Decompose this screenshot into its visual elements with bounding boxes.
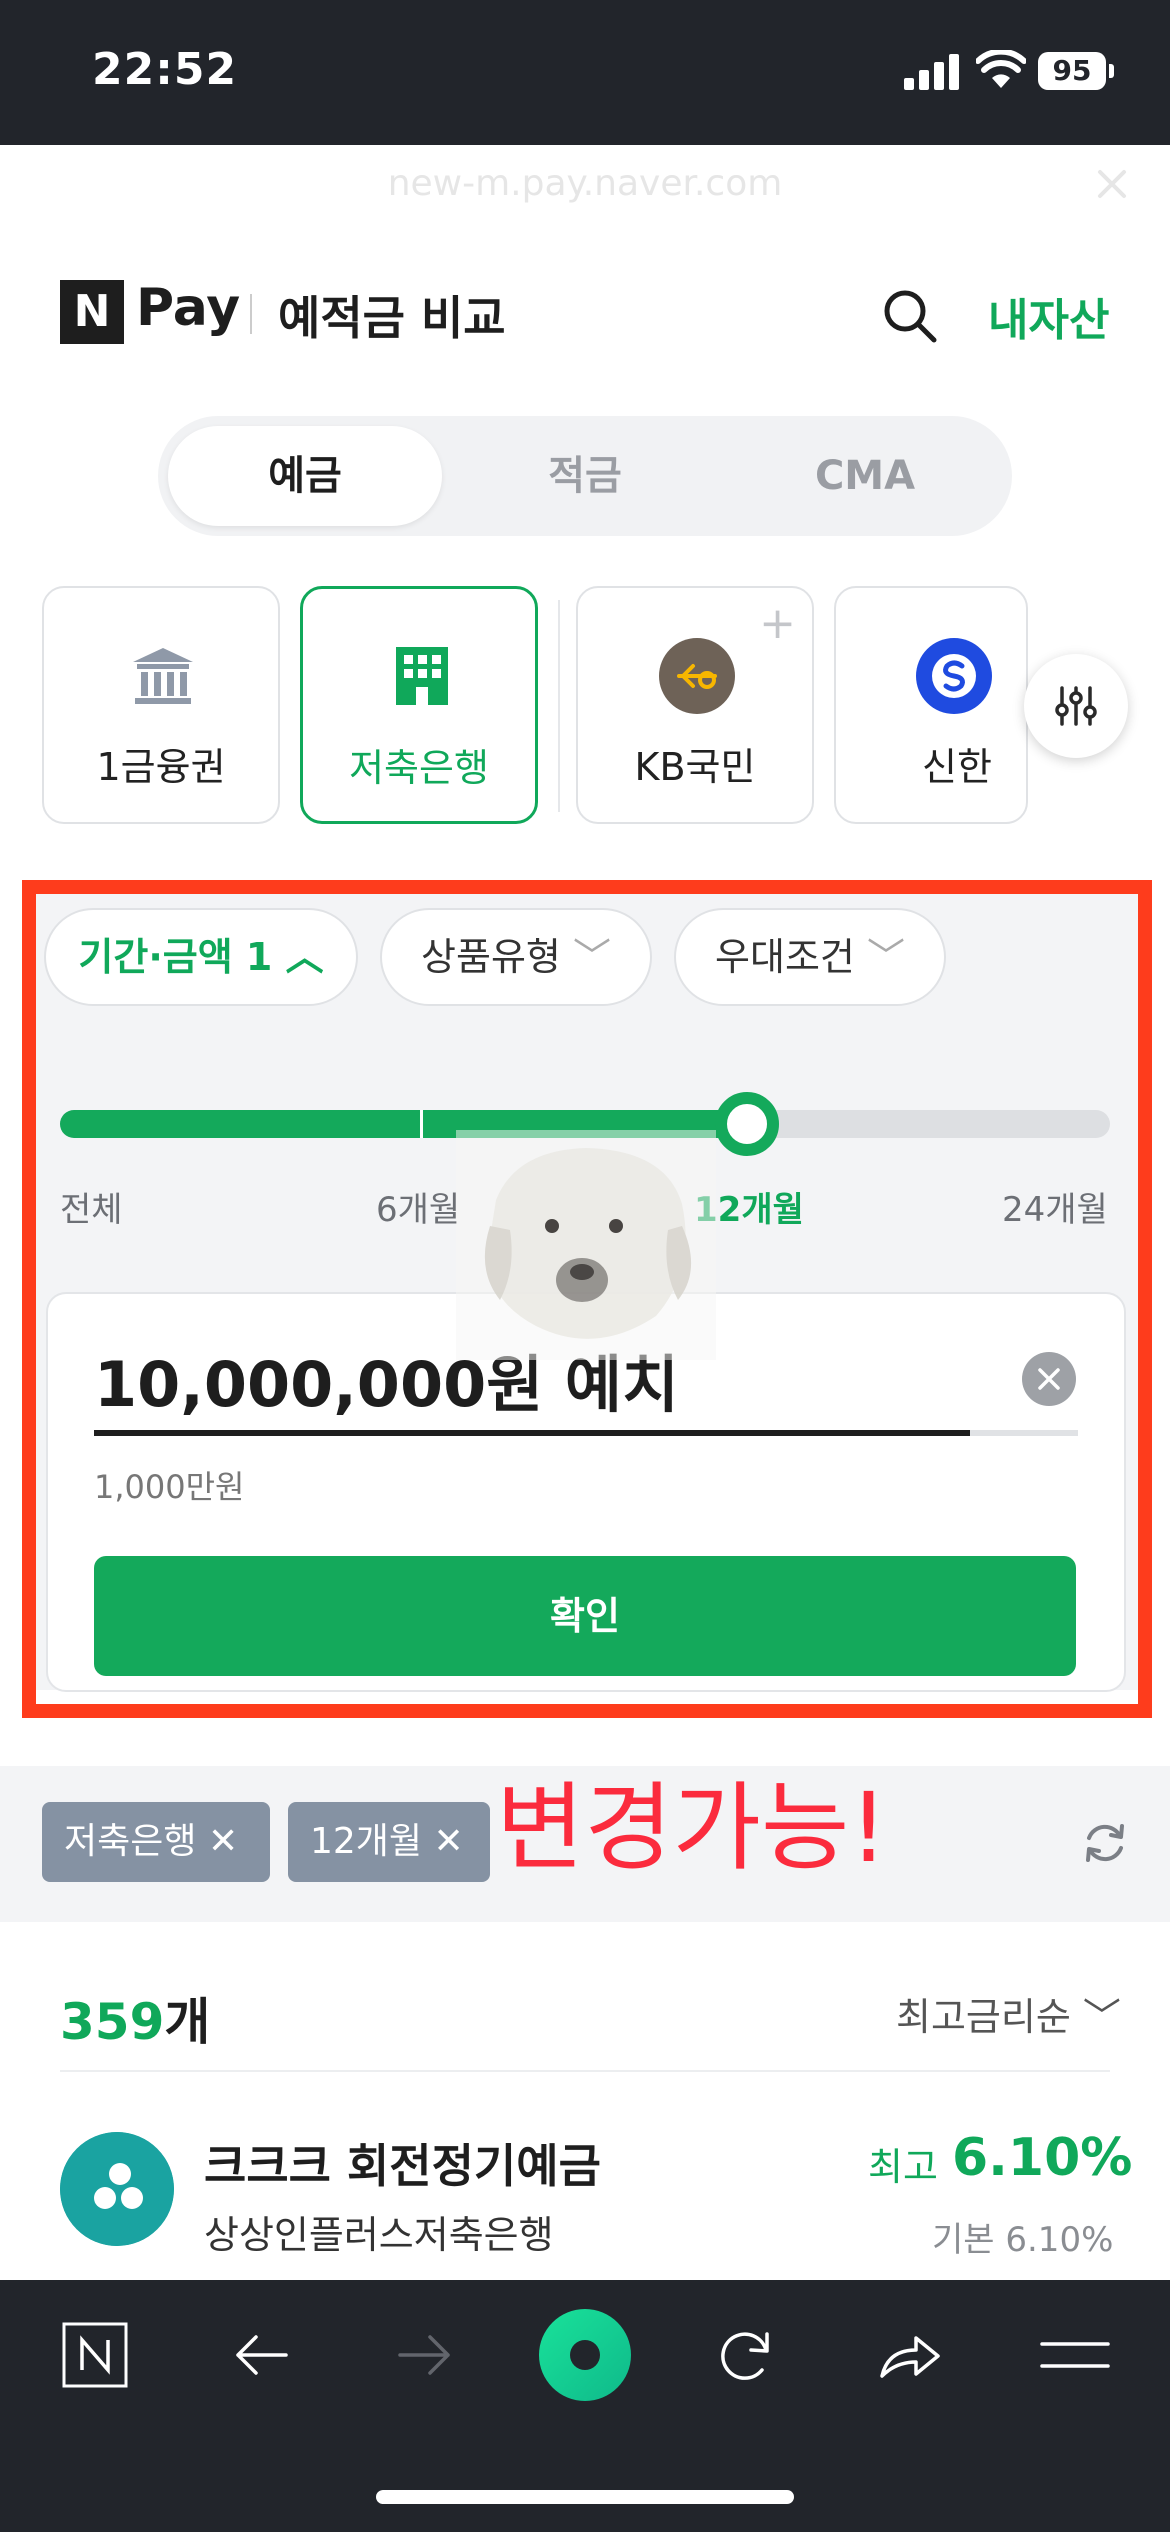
clear-input-button[interactable] [1022, 1352, 1076, 1406]
sort-dropdown[interactable]: 최고금리순 ﹀ [896, 1986, 1121, 2041]
sliders-icon [1055, 686, 1097, 726]
building-icon [396, 647, 448, 705]
back-arrow-icon[interactable] [226, 2320, 296, 2390]
sort-label: 최고금리순 [896, 1995, 1071, 2039]
product-type-tabs: 예금 적금 CMA [158, 416, 1012, 536]
wifi-icon [976, 50, 1026, 88]
page-title: 예적금 비교 [278, 291, 506, 345]
period-label-24m[interactable]: 24개월 [1002, 1182, 1108, 1231]
tag-label: 저축은행 [64, 1821, 197, 1862]
chip-label: 기간·금액 1 [78, 935, 273, 979]
list-divider [60, 2070, 1110, 2072]
chip-period-amount[interactable]: 기간·금액 1 ︿ [44, 908, 358, 1006]
chevron-down-icon: ﹀ [560, 935, 611, 979]
tab-savings[interactable]: 적금 [448, 426, 722, 526]
bank-card-shinhan[interactable]: 신한 [834, 586, 1028, 824]
close-icon[interactable] [1094, 166, 1130, 202]
tab-deposit[interactable]: 예금 [168, 426, 442, 526]
chevron-up-icon: ︿ [272, 935, 324, 979]
home-indicator [376, 2490, 794, 2504]
cellular-signal-icon [904, 54, 960, 90]
forward-arrow-icon[interactable] [390, 2320, 460, 2390]
chip-product-type[interactable]: 상품유형 ﹀ [380, 908, 652, 1006]
my-assets-link[interactable]: 내자산 [988, 284, 1109, 348]
bank-card-savings-bank[interactable]: 저축은행 [300, 586, 538, 824]
bank-card-label: 1금융권 [96, 745, 226, 789]
period-label-6m[interactable]: 6개월 [376, 1182, 460, 1231]
product-name[interactable]: 크크크 회전정기예금 [204, 2130, 601, 2196]
bank-card-kb[interactable]: + KB국민 [576, 586, 814, 824]
green-dot-button[interactable] [538, 2308, 632, 2402]
bank-building-icon [133, 648, 193, 704]
input-underline-active [94, 1430, 970, 1436]
naver-logo[interactable]: N [60, 280, 124, 344]
confirm-button[interactable]: 확인 [94, 1556, 1076, 1676]
annotation-text: 변경가능! [496, 1772, 888, 1884]
filter-settings-button[interactable] [1024, 654, 1128, 758]
refresh-icon[interactable] [1080, 1818, 1130, 1868]
search-icon[interactable] [880, 286, 940, 346]
close-icon[interactable]: ✕ [434, 1821, 464, 1862]
chevron-down-icon: ﹀ [854, 935, 905, 979]
period-slider-handle[interactable] [714, 1092, 779, 1156]
bank-card-tier1[interactable]: 1금융권 [42, 586, 280, 824]
menu-icon[interactable] [1040, 2320, 1110, 2390]
amount-helper-text: 1,000만원 [94, 1468, 245, 1506]
bank-card-label: 신한 [922, 745, 992, 789]
chip-benefits[interactable]: 우대조건 ﹀ [674, 908, 946, 1006]
period-label-all[interactable]: 전체 [60, 1182, 123, 1231]
product-logo-icon [60, 2132, 174, 2246]
product-bank: 상상인플러스저축은행 [204, 2213, 554, 2257]
bank-card-label: 저축은행 [349, 746, 489, 790]
header-divider [250, 294, 252, 334]
card-divider [558, 600, 560, 812]
bank-card-label: KB국민 [634, 745, 756, 789]
chip-label: 상품유형 [421, 935, 561, 979]
close-icon[interactable]: ✕ [208, 1821, 238, 1862]
max-rate-label: 최고 [868, 2145, 938, 2189]
dog-photo-overlay [456, 1130, 716, 1360]
result-count: 359개 [60, 1982, 210, 2054]
tab-cma[interactable]: CMA [728, 426, 1002, 526]
slider-tick [420, 1110, 423, 1138]
battery-icon: 95 [1038, 52, 1114, 90]
app-header: N Pay 예적금 비교 내자산 [0, 232, 1170, 392]
base-rate: 기본 6.10% [932, 2220, 1114, 2260]
reload-icon[interactable] [710, 2320, 780, 2390]
brand-name: Pay [136, 278, 241, 338]
max-rate-value: 6.10% [952, 2128, 1133, 2188]
chevron-down-icon: ﹀ [1070, 1995, 1121, 2039]
selected-tag-12m[interactable]: 12개월 ✕ [288, 1802, 490, 1882]
add-icon[interactable]: + [759, 598, 796, 649]
browser-url[interactable]: new-m.pay.naver.com [0, 163, 1170, 204]
result-count-suffix: 개 [164, 1993, 211, 2051]
naver-home-icon[interactable] [60, 2320, 130, 2390]
chip-label: 우대조건 [715, 935, 855, 979]
share-icon[interactable] [874, 2320, 944, 2390]
status-time: 22:52 [92, 44, 238, 95]
kb-logo-icon [659, 638, 735, 714]
tag-label: 12개월 [310, 1821, 423, 1862]
selected-tag-savings-bank[interactable]: 저축은행 ✕ [42, 1802, 270, 1882]
shinhan-logo-icon [916, 638, 992, 714]
result-count-number: 359 [60, 1993, 165, 2051]
close-icon [1038, 1368, 1060, 1390]
